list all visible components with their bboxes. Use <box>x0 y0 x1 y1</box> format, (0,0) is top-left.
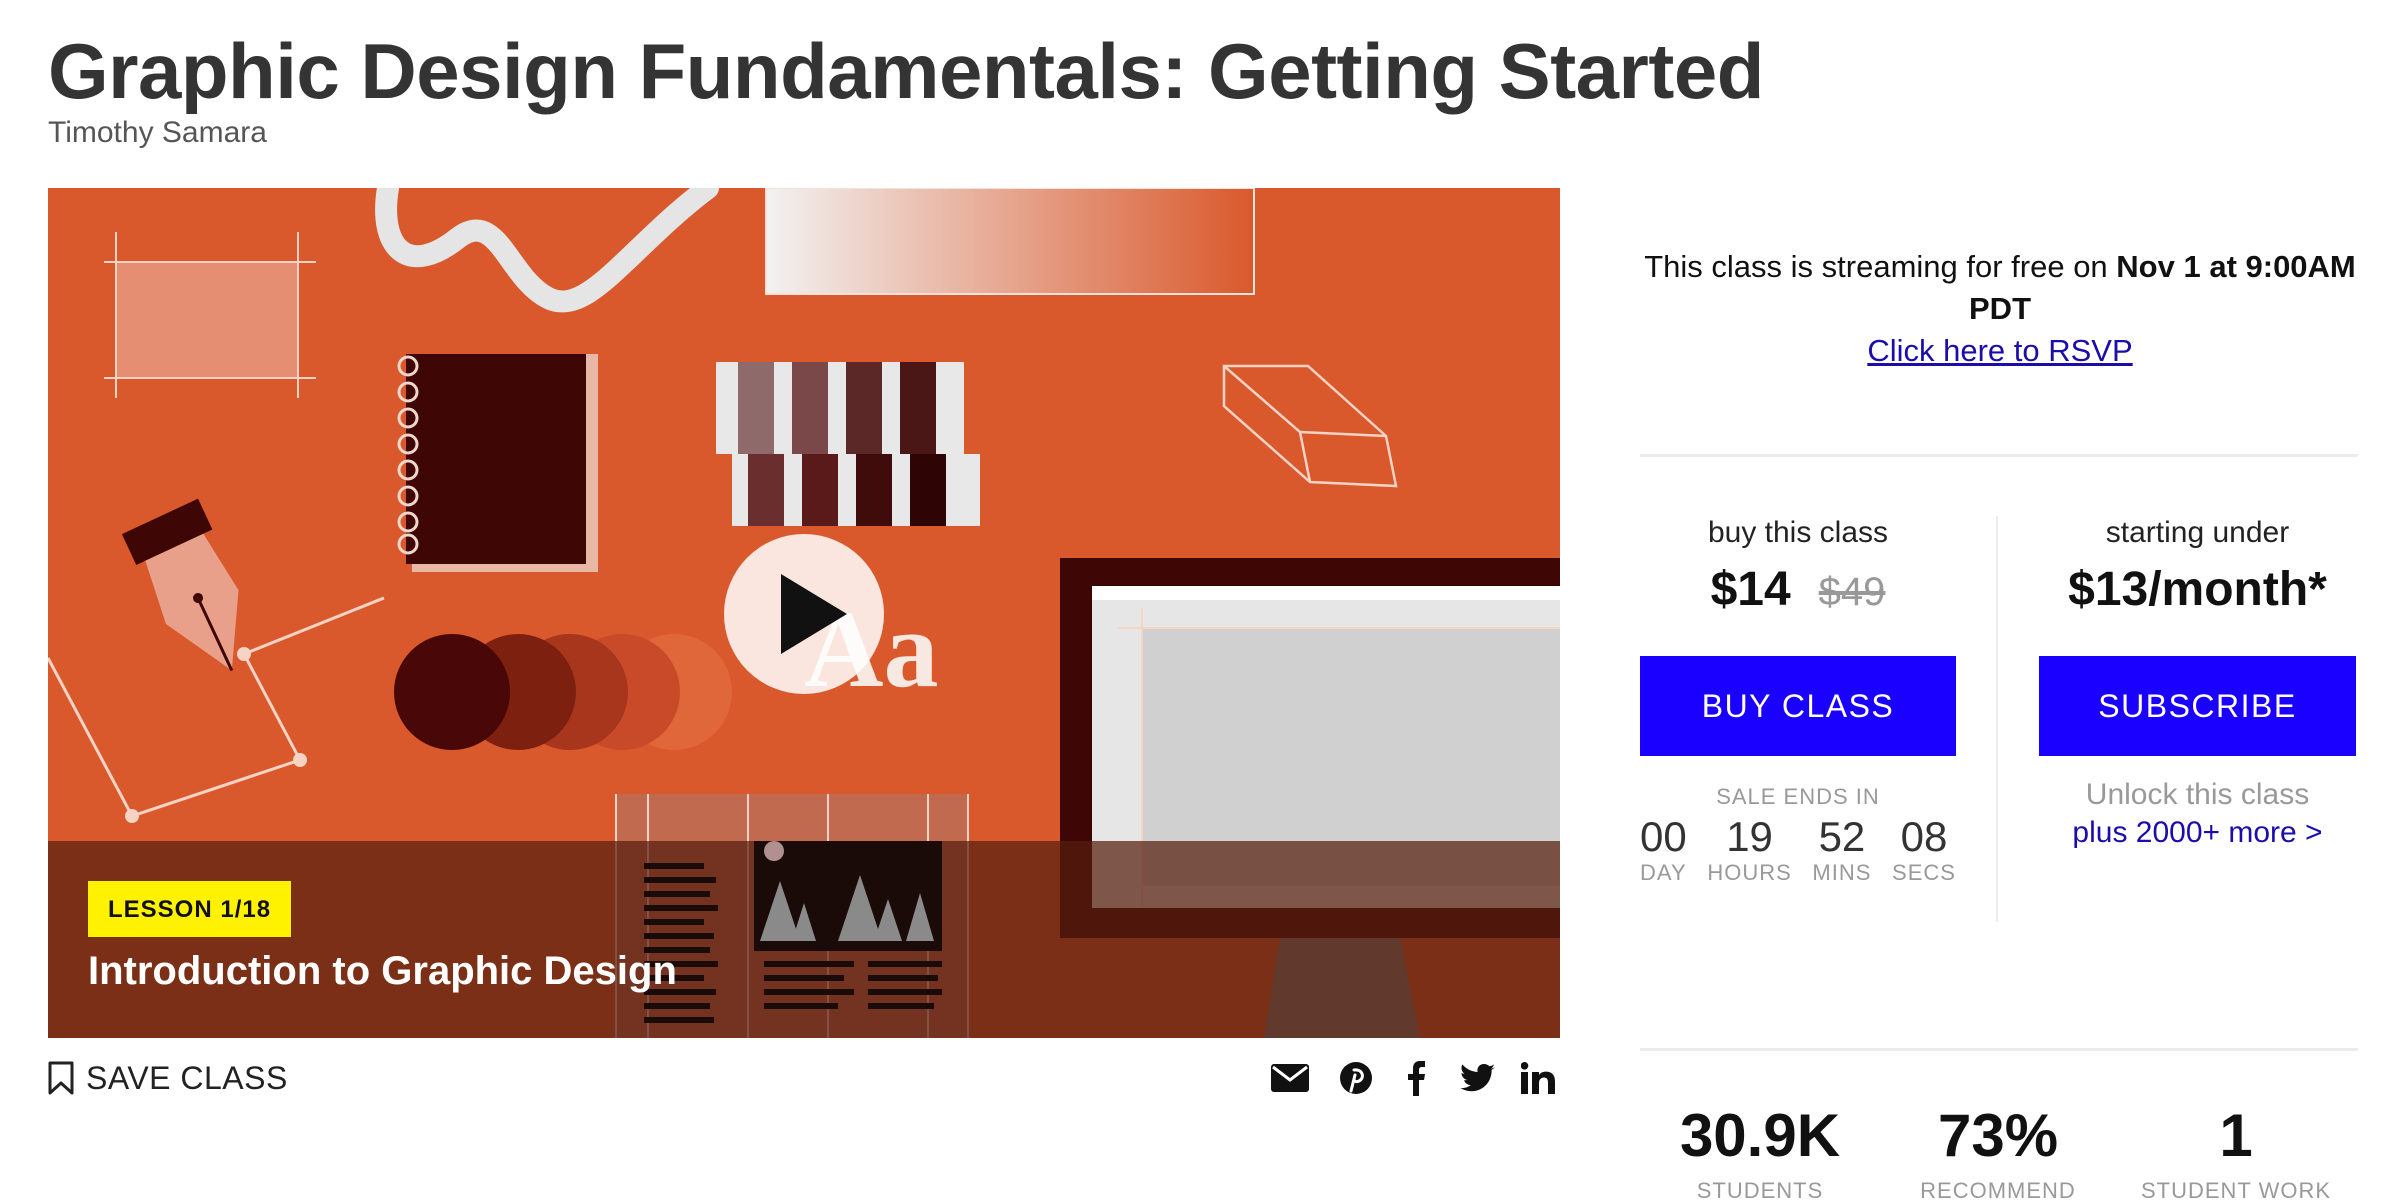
lesson-badge: LESSON 1/18 <box>88 881 292 937</box>
more-classes-link[interactable]: plus 2000+ more > <box>2039 816 2356 850</box>
document-layout-illustration <box>644 841 942 1023</box>
unlock-text: Unlock this class <box>2085 778 2310 811</box>
divider <box>1640 1048 2358 1051</box>
streaming-notice: This class is streaming for free on Nov … <box>1640 246 2360 372</box>
share-linkedin-button[interactable] <box>1516 1056 1560 1100</box>
twitter-icon <box>1460 1064 1495 1092</box>
share-pinterest-button[interactable] <box>1334 1056 1378 1100</box>
stat-value: 30.9K <box>1679 1102 1841 1169</box>
share-twitter-button[interactable] <box>1456 1056 1500 1100</box>
countdown-unit: MINS <box>1812 860 1872 885</box>
buy-label: buy this class <box>1707 516 1889 549</box>
countdown-value: 00 <box>1640 813 1687 860</box>
linkedin-icon <box>1521 1062 1555 1094</box>
stat-label: RECOMMEND <box>1920 1178 2076 1203</box>
pinterest-icon <box>1340 1062 1372 1094</box>
course-author[interactable]: Timothy Samara <box>48 116 267 150</box>
countdown-day: 00 DAY <box>1640 814 1687 886</box>
subscribe-label: starting under <box>2105 516 2290 549</box>
original-price: $49 <box>1818 570 1886 614</box>
video-player[interactable]: Aa <box>48 188 1560 1038</box>
stat-label: STUDENT WORK <box>2140 1178 2332 1203</box>
save-class-label: SAVE CLASS <box>86 1059 288 1096</box>
buy-class-button[interactable]: BUY CLASS <box>1640 656 1956 756</box>
streaming-text: This class is streaming for free on <box>1644 249 2117 284</box>
sale-ends-label: SALE ENDS IN <box>1716 784 1880 809</box>
vertical-divider <box>1996 516 1998 922</box>
countdown-unit: HOURS <box>1707 860 1792 885</box>
subscribe-panel: starting under $13/month* SUBSCRIBE Unlo… <box>2039 516 2356 850</box>
bookmark-icon <box>48 1061 74 1095</box>
countdown-mins: 52 MINS <box>1812 814 1871 886</box>
countdown-hours: 19 HOURS <box>1707 814 1791 886</box>
stat-students: 30.9K STUDENTS <box>1640 1100 1880 1204</box>
play-button[interactable] <box>724 534 884 694</box>
stat-student-work[interactable]: 1 STUDENT WORK <box>2116 1100 2356 1204</box>
stat-recommend: 73% RECOMMEND <box>1878 1100 2118 1204</box>
countdown-value: 52 <box>1818 813 1866 860</box>
facebook-icon <box>1408 1061 1425 1096</box>
subscription-price: $13/month* <box>2068 563 2327 616</box>
stat-label: STUDENTS <box>1696 1178 1824 1203</box>
sale-countdown: 00 DAY 19 HOURS 52 MINS 08 SECS <box>1640 814 1956 886</box>
countdown-value: 08 <box>1900 813 1948 860</box>
countdown-value: 19 <box>1726 813 1773 860</box>
countdown-unit: DAY <box>1640 860 1687 885</box>
save-class-button[interactable]: SAVE CLASS <box>48 1056 288 1100</box>
lesson-overlay: LESSON 1/18 Introduction to Graphic Desi… <box>48 841 1560 1038</box>
countdown-unit: SECS <box>1892 860 1956 885</box>
countdown-secs: 08 SECS <box>1892 814 1956 886</box>
divider <box>1640 454 2358 457</box>
share-email-button[interactable] <box>1268 1056 1312 1100</box>
stat-value: 1 <box>2219 1102 2253 1169</box>
course-title: Graphic Design Fundamentals: Getting Sta… <box>48 27 1764 115</box>
sale-price: $14 <box>1710 563 1791 616</box>
stat-value: 73% <box>1937 1102 2059 1169</box>
lesson-title: Introduction to Graphic Design <box>88 949 677 993</box>
subscribe-button[interactable]: SUBSCRIBE <box>2039 656 2356 756</box>
email-icon <box>1271 1064 1309 1092</box>
play-icon <box>781 574 847 654</box>
share-facebook-button[interactable] <box>1396 1056 1436 1100</box>
buy-class-panel: buy this class $14 $49 BUY CLASS SALE END… <box>1640 516 1956 886</box>
rsvp-link[interactable]: Click here to RSVP <box>1867 333 2132 368</box>
